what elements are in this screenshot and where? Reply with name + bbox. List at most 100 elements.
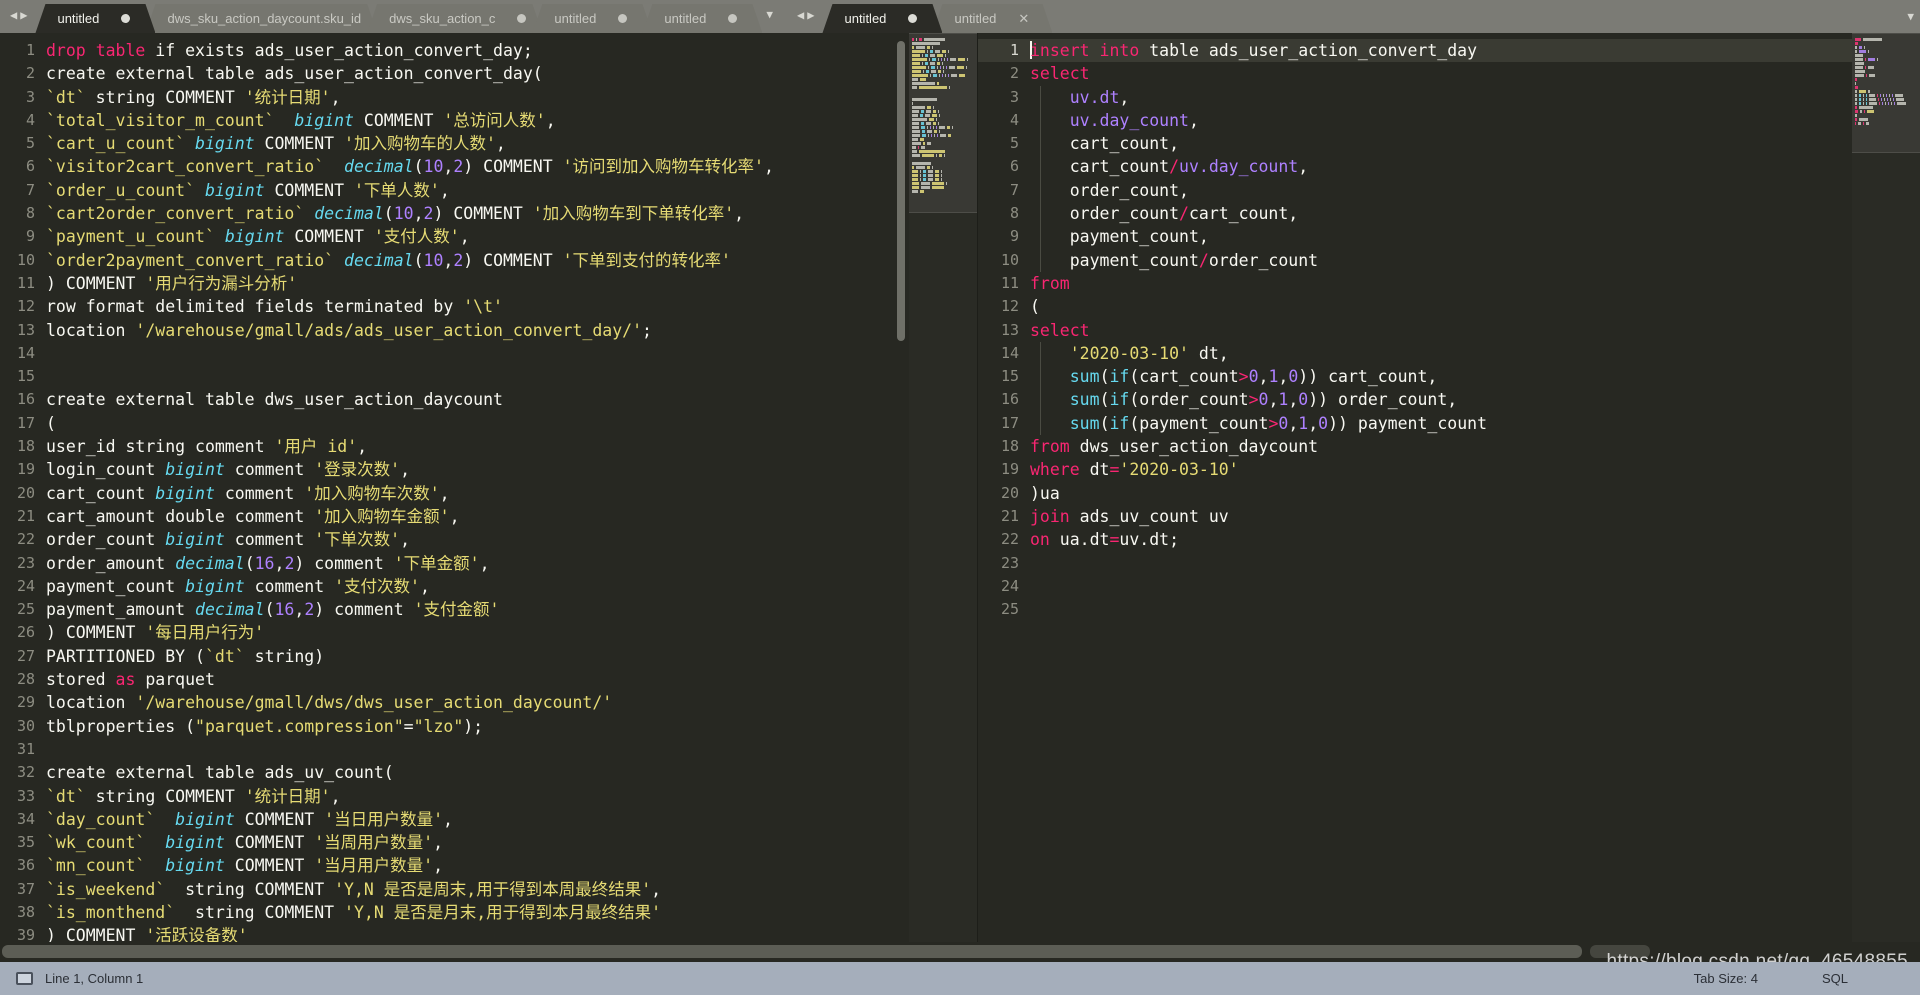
code-line[interactable]: 14 '2020-03-10' dt, [978, 341, 1920, 366]
code-line-text[interactable]: order_count bigint comment '下单次数', [46, 528, 977, 551]
tab-left-3[interactable]: untitled [532, 4, 652, 33]
chevron-left-icon[interactable]: ◀ [10, 9, 17, 21]
code-line-text[interactable]: `day_count` bigint COMMENT '当日用户数量', [46, 808, 977, 831]
code-line[interactable]: 23 order_amount decimal(16,2) comment '下单… [0, 552, 977, 575]
code-line-text[interactable]: uv.day_count, [1030, 108, 1920, 133]
code-line[interactable]: 19 login_count bigint comment '登录次数', [0, 458, 977, 481]
code-line[interactable]: 12 row format delimited fields terminated… [0, 295, 977, 318]
dirty-dot-icon[interactable] [908, 14, 917, 23]
code-line-text[interactable]: payment_count, [1030, 225, 1920, 249]
code-line[interactable]: 11 from [978, 272, 1920, 295]
code-line-text[interactable]: select [1030, 62, 1920, 85]
tab-left-2[interactable]: dws_sku_action_c [367, 4, 542, 33]
code-line-text[interactable]: drop table if exists ads_user_action_con… [46, 39, 977, 62]
code-line[interactable]: 17 ( [0, 412, 977, 435]
code-line[interactable]: 13 location '/warehouse/gmall/ads/ads_use… [0, 319, 977, 342]
code-line[interactable]: 35 `wk_count` bigint COMMENT '当周用户数量', [0, 831, 977, 854]
code-line-text[interactable] [1030, 598, 1920, 621]
code-line[interactable]: 4 `total_visitor_m_count` bigint COMMENT … [0, 109, 977, 132]
code-line-text[interactable]: `mn_count` bigint COMMENT '当月用户数量', [46, 854, 977, 877]
code-line[interactable]: 4 uv.day_count, [978, 108, 1920, 133]
code-line[interactable]: 20 cart_count bigint comment '加入购物车次数', [0, 482, 977, 505]
code-line[interactable]: 15 sum(if(cart_count>0,1,0)) cart_count, [978, 365, 1920, 389]
code-line-text[interactable]: location '/warehouse/gmall/dws/dws_user_… [46, 691, 977, 714]
code-line-text[interactable]: login_count bigint comment '登录次数', [46, 458, 977, 481]
code-line[interactable]: 1 drop table if exists ads_user_action_co… [0, 39, 977, 62]
dirty-dot-icon[interactable] [121, 14, 130, 23]
code-line-text[interactable]: order_amount decimal(16,2) comment '下单金额… [46, 552, 977, 575]
code-line-text[interactable]: create external table ads_uv_count( [46, 761, 977, 784]
code-line-text[interactable]: sum(if(payment_count>0,1,0)) payment_cou… [1030, 411, 1920, 436]
code-line[interactable]: 16 sum(if(order_count>0,1,0)) order_coun… [978, 388, 1920, 412]
code-line[interactable]: 21 cart_amount double comment '加入购物车金额', [0, 505, 977, 528]
vertical-scrollbar-left[interactable] [897, 41, 905, 341]
code-line[interactable]: 18 user_id string comment '用户 id', [0, 435, 977, 458]
code-line-text[interactable]: `order2payment_convert_ratio` decimal(10… [46, 249, 977, 272]
horizontal-scrollbar-left[interactable] [2, 945, 1582, 958]
chevron-right-icon[interactable]: ▶ [20, 9, 27, 21]
code-line-text[interactable]: from [1030, 272, 1920, 295]
code-line-text[interactable]: sum(if(cart_count>0,1,0)) cart_count, [1030, 365, 1920, 389]
code-line[interactable]: 22 on ua.dt=uv.dt; [978, 528, 1920, 551]
code-line-text[interactable]: stored as parquet [46, 668, 977, 691]
code-line-text[interactable]: user_id string comment '用户 id', [46, 435, 977, 458]
code-line[interactable]: 21 join ads_uv_count uv [978, 505, 1920, 528]
code-line[interactable]: 19 where dt='2020-03-10' [978, 458, 1920, 481]
minimap-viewport[interactable] [1852, 33, 1920, 153]
tab-left-4[interactable]: untitled [642, 4, 762, 33]
minimap-viewport[interactable] [909, 33, 977, 213]
code-line[interactable]: 18 from dws_user_action_daycount [978, 435, 1920, 458]
code-line[interactable]: 25 payment_amount decimal(16,2) comment '… [0, 598, 977, 621]
editor-pane-right[interactable]: 1 insert into table ads_user_action_conve… [978, 33, 1920, 962]
code-line-text[interactable]: ( [1030, 295, 1920, 318]
code-line[interactable]: 10 `order2payment_convert_ratio` decimal(… [0, 249, 977, 272]
code-line-text[interactable]: `cart_u_count` bigint COMMENT '加入购物车的人数'… [46, 132, 977, 155]
code-line-text[interactable]: order_count, [1030, 178, 1920, 203]
code-line[interactable]: 26) COMMENT '每日用户行为' [0, 621, 977, 644]
code-line[interactable]: 16 create external table dws_user_action_… [0, 388, 977, 411]
chevron-left-icon[interactable]: ◀ [797, 9, 804, 21]
code-line[interactable]: 17 sum(if(payment_count>0,1,0)) payment_… [978, 411, 1920, 436]
code-line[interactable]: 8 order_count/cart_count, [978, 202, 1920, 226]
code-line[interactable]: 23 [978, 552, 1920, 575]
code-line-text[interactable]: `is_monthend` string COMMENT 'Y,N 是否是月末,… [46, 901, 977, 924]
code-line[interactable]: 27 PARTITIONED BY (`dt` string) [0, 645, 977, 668]
code-line-text[interactable]: payment_count bigint comment '支付次数', [46, 575, 977, 598]
code-lines-left[interactable]: 1 drop table if exists ads_user_action_co… [0, 33, 977, 962]
tab-nav-arrows-left[interactable]: ◀ ▶ [0, 0, 35, 33]
code-line-text[interactable]: select [1030, 319, 1920, 342]
code-area-left[interactable]: 1 drop table if exists ads_user_action_co… [0, 33, 977, 962]
code-line-text[interactable]: insert into table ads_user_action_conver… [1030, 39, 1920, 63]
code-line[interactable]: 6 cart_count/uv.day_count, [978, 155, 1920, 179]
code-line[interactable]: 34 `day_count` bigint COMMENT '当日用户数量', [0, 808, 977, 831]
code-line-text[interactable]: `total_visitor_m_count` bigint COMMENT '… [46, 109, 977, 132]
tab-nav-arrows-right[interactable]: ◀ ▶ [787, 0, 822, 33]
tab-overflow-right[interactable]: ▼ [1907, 0, 1914, 33]
code-line[interactable]: 2 select [978, 62, 1920, 85]
code-line-text[interactable]: tblproperties ("parquet.compression"="lz… [46, 715, 977, 738]
code-line-text[interactable] [46, 738, 977, 761]
code-line[interactable]: 9 `payment_u_count` bigint COMMENT '支付人数'… [0, 225, 977, 248]
code-line[interactable]: 1 insert into table ads_user_action_conve… [978, 39, 1920, 63]
code-line-text[interactable] [1030, 552, 1920, 575]
code-line-text[interactable]: `wk_count` bigint COMMENT '当周用户数量', [46, 831, 977, 854]
code-line-text[interactable]: sum(if(order_count>0,1,0)) order_count, [1030, 388, 1920, 412]
code-line-text[interactable]: '2020-03-10' dt, [1030, 341, 1920, 366]
code-line[interactable]: 32 create external table ads_uv_count( [0, 761, 977, 784]
code-line-text[interactable]: `is_weekend` string COMMENT 'Y,N 是否是周末,用… [46, 878, 977, 901]
code-area-right[interactable]: 1 insert into table ads_user_action_conve… [978, 33, 1920, 962]
code-line[interactable]: 10 payment_count/order_count [978, 248, 1920, 272]
dirty-dot-icon[interactable] [728, 14, 737, 23]
code-line-text[interactable]: create external table dws_user_action_da… [46, 388, 977, 411]
code-line[interactable]: 3 uv.dt, [978, 85, 1920, 109]
code-line-text[interactable]: order_count/cart_count, [1030, 202, 1920, 226]
code-line-text[interactable]: payment_count/order_count [1030, 248, 1920, 272]
horizontal-scrollbar-right[interactable] [1590, 945, 1650, 958]
code-line-text[interactable]: row format delimited fields terminated b… [46, 295, 977, 318]
code-line-text[interactable]: `order_u_count` bigint COMMENT '下单人数', [46, 179, 977, 202]
tab-left-1[interactable]: dws_sku_action_daycount.sku_id [145, 4, 377, 33]
tab-left-0[interactable]: untitled [35, 4, 155, 33]
code-line-text[interactable]: `visitor2cart_convert_ratio` decimal(10,… [46, 155, 977, 178]
code-line[interactable]: 38 `is_monthend` string COMMENT 'Y,N 是否是月… [0, 901, 977, 924]
code-line[interactable]: 7 order_count, [978, 178, 1920, 203]
